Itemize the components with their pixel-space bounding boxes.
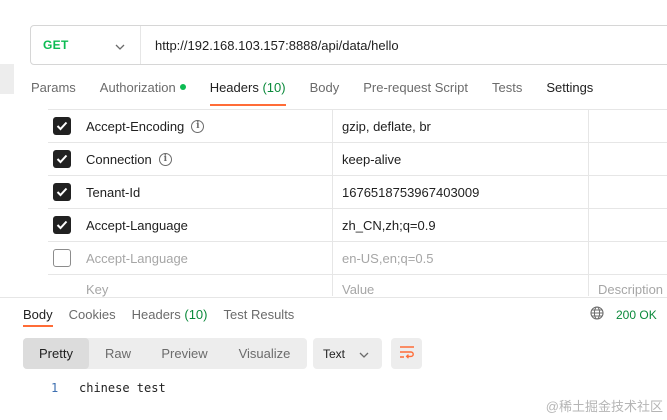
tab-authorization[interactable]: Authorization	[100, 80, 186, 106]
checkbox-checked-icon[interactable]	[53, 117, 71, 135]
column-divider	[332, 242, 333, 274]
header-key[interactable]: Accept-Language	[86, 218, 188, 233]
globe-icon[interactable]	[590, 306, 604, 323]
tab-label: Body	[309, 80, 340, 95]
column-divider	[588, 242, 589, 274]
column-divider	[332, 176, 333, 208]
tab-count: (10)	[184, 307, 208, 322]
column-divider	[588, 176, 589, 208]
view-visualize[interactable]: Visualize	[222, 338, 307, 369]
checkbox-empty-icon[interactable]	[53, 249, 71, 267]
column-divider	[332, 275, 333, 296]
tab-tests[interactable]: Tests	[492, 80, 522, 106]
table-row: Accept-Language en-US,en;q=0.5	[48, 241, 667, 274]
tab-label: Cookies	[68, 307, 116, 322]
code-line: 1 chinese test	[51, 381, 166, 395]
column-divider	[332, 143, 333, 175]
format-label: Text	[323, 346, 346, 361]
tab-label: Body	[23, 307, 53, 322]
info-icon[interactable]: i	[158, 152, 172, 166]
view-pretty[interactable]: Pretty	[23, 338, 89, 369]
line-number: 1	[51, 381, 59, 395]
header-value[interactable]: zh_CN,zh;q=0.9	[342, 218, 436, 233]
info-icon[interactable]: i	[191, 119, 205, 133]
method-label: GET	[43, 38, 69, 52]
chevron-down-icon	[359, 347, 369, 361]
url-input[interactable]: http://192.168.103.157:8888/api/data/hel…	[141, 38, 399, 53]
wrap-lines-icon	[399, 345, 415, 362]
checkbox-checked-icon[interactable]	[53, 150, 71, 168]
response-tabs: Body Cookies Headers (10) Test Results	[23, 307, 310, 327]
column-divider	[588, 110, 589, 142]
request-url-bar: GET http://192.168.103.157:8888/api/data…	[30, 25, 667, 65]
tab-label: Tests	[491, 80, 523, 95]
view-mode-segmented: Pretty Raw Preview Visualize	[23, 338, 307, 369]
tab-label: Headers	[131, 307, 181, 322]
code-text[interactable]: chinese test	[79, 381, 166, 395]
request-tabs: Params Authorization Headers (10) Body P…	[31, 80, 617, 106]
new-header-row: Key Value Description	[48, 274, 667, 297]
table-row: Accept-Language zh_CN,zh;q=0.9	[48, 208, 667, 241]
tab-body[interactable]: Body	[310, 80, 340, 106]
tab-params[interactable]: Params	[31, 80, 76, 106]
header-value[interactable]: keep-alive	[342, 152, 401, 167]
description-placeholder[interactable]: Description	[598, 282, 663, 297]
tab-label: Params	[31, 80, 76, 95]
tab-count: (10)	[262, 80, 286, 95]
header-key[interactable]: Connection	[86, 152, 152, 167]
watermark: @稀土掘金技术社区	[545, 399, 663, 414]
checkbox-checked-icon[interactable]	[53, 183, 71, 201]
method-select[interactable]: GET	[31, 26, 141, 64]
tab-label: Test Results	[223, 307, 295, 322]
view-raw[interactable]: Raw	[89, 338, 147, 369]
wrap-lines-button[interactable]	[391, 338, 422, 369]
tab-pre-request-script[interactable]: Pre-request Script	[363, 80, 468, 106]
header-value[interactable]: gzip, deflate, br	[342, 119, 431, 134]
response-status: 200 OK	[590, 306, 657, 323]
tab-settings[interactable]: Settings	[546, 80, 593, 106]
table-row: Accept-Encoding i gzip, deflate, br	[48, 109, 667, 142]
column-divider	[332, 209, 333, 241]
column-divider	[588, 143, 589, 175]
column-divider	[588, 209, 589, 241]
header-key[interactable]: Accept-Language	[86, 251, 188, 266]
column-divider	[332, 110, 333, 142]
top-edge	[0, 0, 667, 10]
response-divider[interactable]	[0, 297, 667, 298]
header-key[interactable]: Accept-Encoding	[86, 119, 184, 134]
tab-label: Headers	[209, 80, 259, 95]
response-tab-cookies[interactable]: Cookies	[69, 307, 116, 327]
table-row: Connection i keep-alive	[48, 142, 667, 175]
value-placeholder[interactable]: Value	[342, 282, 374, 297]
header-value[interactable]: 1676518753967403009	[342, 185, 479, 200]
format-select[interactable]: Text	[313, 338, 382, 369]
headers-table: Accept-Encoding i gzip, deflate, br Conne…	[48, 109, 667, 297]
key-placeholder[interactable]: Key	[86, 282, 108, 297]
tab-label: Settings	[546, 80, 594, 95]
tab-label: Pre-request Script	[363, 80, 468, 95]
response-tab-body[interactable]: Body	[23, 307, 53, 327]
column-divider	[588, 275, 589, 296]
view-preview[interactable]: Preview	[147, 338, 222, 369]
status-dot-icon	[179, 84, 186, 90]
tab-headers[interactable]: Headers (10)	[209, 80, 286, 106]
header-value[interactable]: en-US,en;q=0.5	[342, 251, 433, 266]
table-row: Tenant-Id 1676518753967403009	[48, 175, 667, 208]
status-code[interactable]: 200 OK	[616, 308, 657, 322]
response-tab-test-results[interactable]: Test Results	[224, 307, 295, 327]
response-tab-headers[interactable]: Headers (10)	[132, 307, 208, 327]
header-key[interactable]: Tenant-Id	[86, 185, 140, 200]
tab-label: Authorization	[99, 80, 176, 95]
checkbox-checked-icon[interactable]	[53, 216, 71, 234]
sidebar-edge	[0, 64, 14, 94]
chevron-down-icon	[115, 38, 125, 53]
